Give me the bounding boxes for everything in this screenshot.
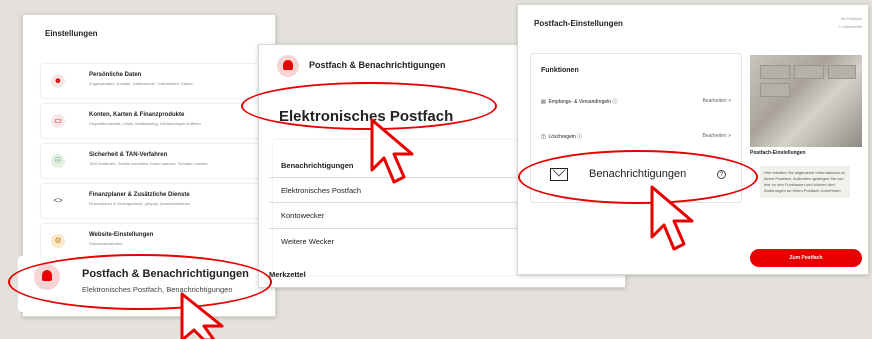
merkzettel-top[interactable]: ☐ Merkzettel: [839, 23, 862, 31]
photo-detail: [760, 83, 790, 97]
photo-detail: [794, 65, 824, 79]
annotation-oval: [518, 150, 758, 204]
info-card: Postfach-Einstellungen Hier erhalten Sie…: [750, 150, 862, 240]
card-konten[interactable]: ▭ Konten, Karten & Finanzprodukte Dispos…: [41, 104, 269, 138]
function-row-empfang[interactable]: ▤ Empfangs- & Versandregeln ⓘ Bearbeiten…: [541, 98, 731, 105]
card-title: Website-Einstellungen: [89, 232, 154, 238]
card-subtitle: Dispositionskredit, Limits, Multibanking…: [89, 121, 201, 126]
function-label: Empfangs- & Versandregeln ⓘ: [548, 99, 618, 105]
bell-icon: [277, 55, 299, 77]
annotation-oval: [241, 82, 497, 130]
photo-detail: [760, 65, 790, 79]
photo-detail: [828, 65, 856, 79]
gear-icon: ⚙: [51, 234, 65, 248]
code-icon: <>: [51, 194, 65, 208]
postfach-einstellungen-title: Postfach-Einstellungen: [534, 19, 623, 28]
card-icon: ▭: [51, 114, 65, 128]
edit-link[interactable]: Bearbeiten >: [703, 133, 732, 139]
submenu-weitere-wecker[interactable]: Weitere Wecker: [281, 237, 334, 246]
cursor-icon: [180, 292, 224, 339]
cursor-icon: [650, 185, 694, 251]
trash-icon: ◫: [541, 134, 546, 140]
info-card-text: Hier erhalten Sie allgemeine Information…: [760, 166, 850, 198]
top-right-label: Ihr Postfach: [840, 16, 862, 21]
functions-title: Funktionen: [541, 67, 579, 74]
info-card-title: Postfach-Einstellungen: [750, 150, 806, 156]
submenu-benachrichtigungen[interactable]: Benachrichtigungen: [281, 161, 354, 170]
shield-icon: ☉: [51, 154, 65, 168]
card-title: Konten, Karten & Finanzprodukte: [89, 112, 185, 118]
inbox-icon: ▤: [541, 99, 546, 105]
postfach-title: Postfach & Benachrichtigungen: [309, 60, 446, 70]
card-subtitle: TAN-Verfahren, Geräte verwalten, Konto s…: [89, 161, 208, 166]
function-label: Löschregeln ⓘ: [548, 134, 583, 140]
card-sicherheit[interactable]: ☉ Sicherheit & TAN-Verfahren TAN-Verfahr…: [41, 144, 269, 178]
card-title: Finanzplaner & Zusätzliche Dienste: [89, 192, 190, 198]
top-right-info: Ihr Postfach ☐ Merkzettel: [839, 15, 862, 31]
card-title: Sicherheit & TAN-Verfahren: [89, 152, 168, 158]
submenu-kontowecker[interactable]: Kontowecker: [281, 211, 324, 220]
function-row-loesch[interactable]: ◫ Löschregeln ⓘ Bearbeiten >: [541, 133, 731, 140]
card-subtitle: Finanzplaner & Vertragscheck, giropay, Z…: [89, 201, 191, 206]
submenu-elektronisches-postfach[interactable]: Elektronisches Postfach: [281, 186, 361, 195]
card-persoenliche-daten[interactable]: ☻ Persönliche Daten Zugangsdaten, Kontak…: [41, 64, 269, 98]
card-subtitle: Standardansichten: [89, 241, 123, 246]
card-website[interactable]: ⚙ Website-Einstellungen Standardansichte…: [41, 224, 269, 258]
postfach-photo: [750, 55, 862, 147]
person-icon: ☻: [51, 74, 65, 88]
zum-postfach-button[interactable]: Zum Postfach: [750, 249, 862, 267]
merkzettel-top-label: Merkzettel: [843, 24, 862, 29]
card-finanzplaner[interactable]: <> Finanzplaner & Zusätzliche Dienste Fi…: [41, 184, 269, 218]
cursor-icon: [370, 118, 414, 184]
edit-link[interactable]: Bearbeiten >: [703, 98, 732, 104]
settings-title: Einstellungen: [45, 29, 98, 38]
merkzettel-link[interactable]: Merkzettel: [269, 270, 306, 279]
card-title: Persönliche Daten: [89, 72, 142, 78]
card-subtitle: Zugangsdaten, Kontakt, Datenschutz, Voll…: [89, 81, 193, 86]
